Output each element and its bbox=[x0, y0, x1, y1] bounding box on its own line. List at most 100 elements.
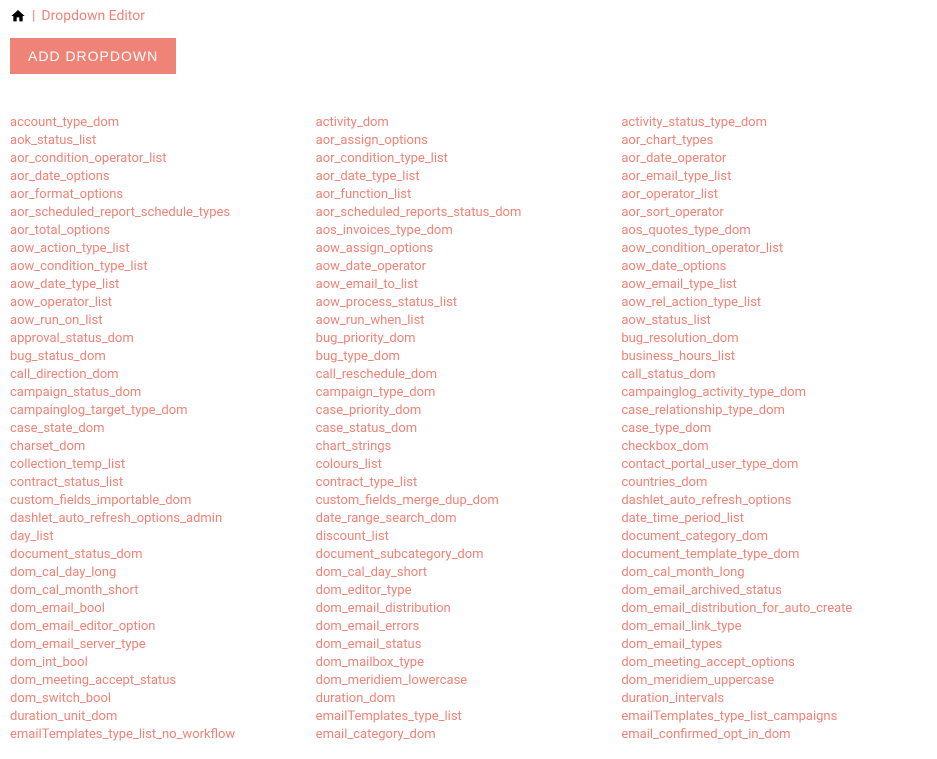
dropdown-link[interactable]: approval_status_dom bbox=[10, 330, 316, 348]
dropdown-link[interactable]: aow_date_options bbox=[621, 258, 927, 276]
dropdown-link[interactable]: emailTemplates_type_list_no_workflow bbox=[10, 726, 316, 744]
dropdown-link[interactable]: aow_run_on_list bbox=[10, 312, 316, 330]
dropdown-link[interactable]: aok_status_list bbox=[10, 132, 316, 150]
dropdown-link[interactable]: chart_strings bbox=[316, 438, 622, 456]
dropdown-link[interactable]: dom_meridiem_uppercase bbox=[621, 672, 927, 690]
breadcrumb-current[interactable]: Dropdown Editor bbox=[41, 8, 145, 24]
dropdown-link[interactable]: duration_unit_dom bbox=[10, 708, 316, 726]
dropdown-link[interactable]: aos_quotes_type_dom bbox=[621, 222, 927, 240]
dropdown-link[interactable]: aor_date_operator bbox=[621, 150, 927, 168]
dropdown-link[interactable]: dom_email_editor_option bbox=[10, 618, 316, 636]
dropdown-link[interactable]: business_hours_list bbox=[621, 348, 927, 366]
dropdown-link[interactable]: dom_cal_month_short bbox=[10, 582, 316, 600]
dropdown-link[interactable]: case_relationship_type_dom bbox=[621, 402, 927, 420]
dropdown-link[interactable]: dom_email_status bbox=[316, 636, 622, 654]
dropdown-link[interactable]: aor_date_type_list bbox=[316, 168, 622, 186]
dropdown-link[interactable]: aor_format_options bbox=[10, 186, 316, 204]
dropdown-link[interactable]: aor_operator_list bbox=[621, 186, 927, 204]
dropdown-link[interactable]: aor_chart_types bbox=[621, 132, 927, 150]
dropdown-link[interactable]: call_status_dom bbox=[621, 366, 927, 384]
add-dropdown-button[interactable]: ADD DROPDOWN bbox=[10, 38, 176, 74]
dropdown-link[interactable]: dashlet_auto_refresh_options bbox=[621, 492, 927, 510]
dropdown-link[interactable]: dom_email_link_type bbox=[621, 618, 927, 636]
dropdown-link[interactable]: collection_temp_list bbox=[10, 456, 316, 474]
dropdown-link[interactable]: date_time_period_list bbox=[621, 510, 927, 528]
dropdown-link[interactable]: dom_cal_day_short bbox=[316, 564, 622, 582]
dropdown-link[interactable]: aow_operator_list bbox=[10, 294, 316, 312]
dropdown-link[interactable]: aow_condition_operator_list bbox=[621, 240, 927, 258]
home-icon[interactable] bbox=[10, 8, 26, 24]
dropdown-link[interactable]: contract_status_list bbox=[10, 474, 316, 492]
dropdown-link[interactable]: document_template_type_dom bbox=[621, 546, 927, 564]
dropdown-link[interactable]: email_confirmed_opt_in_dom bbox=[621, 726, 927, 744]
dropdown-link[interactable]: aor_function_list bbox=[316, 186, 622, 204]
dropdown-link[interactable]: dom_email_types bbox=[621, 636, 927, 654]
dropdown-link[interactable]: contract_type_list bbox=[316, 474, 622, 492]
dropdown-link[interactable]: bug_priority_dom bbox=[316, 330, 622, 348]
dropdown-link[interactable]: dom_cal_day_long bbox=[10, 564, 316, 582]
dropdown-link[interactable]: document_category_dom bbox=[621, 528, 927, 546]
dropdown-link[interactable]: dom_email_distribution bbox=[316, 600, 622, 618]
dropdown-link[interactable]: checkbox_dom bbox=[621, 438, 927, 456]
dropdown-link[interactable]: aow_action_type_list bbox=[10, 240, 316, 258]
dropdown-link[interactable]: charset_dom bbox=[10, 438, 316, 456]
dropdown-link[interactable]: aor_date_options bbox=[10, 168, 316, 186]
dropdown-link[interactable]: case_type_dom bbox=[621, 420, 927, 438]
dropdown-link[interactable]: colours_list bbox=[316, 456, 622, 474]
dropdown-link[interactable]: emailTemplates_type_list bbox=[316, 708, 622, 726]
dropdown-link[interactable]: aow_rel_action_type_list bbox=[621, 294, 927, 312]
dropdown-link[interactable]: dom_meeting_accept_options bbox=[621, 654, 927, 672]
dropdown-link[interactable]: dom_int_bool bbox=[10, 654, 316, 672]
dropdown-link[interactable]: campaign_status_dom bbox=[10, 384, 316, 402]
dropdown-link[interactable]: aor_condition_type_list bbox=[316, 150, 622, 168]
dropdown-link[interactable]: activity_dom bbox=[316, 114, 622, 132]
dropdown-link[interactable]: custom_fields_merge_dup_dom bbox=[316, 492, 622, 510]
dropdown-link[interactable]: aow_run_when_list bbox=[316, 312, 622, 330]
dropdown-link[interactable]: case_state_dom bbox=[10, 420, 316, 438]
dropdown-link[interactable]: dom_email_server_type bbox=[10, 636, 316, 654]
dropdown-link[interactable]: aor_condition_operator_list bbox=[10, 150, 316, 168]
dropdown-link[interactable]: aow_email_to_list bbox=[316, 276, 622, 294]
dropdown-link[interactable]: aor_assign_options bbox=[316, 132, 622, 150]
dropdown-link[interactable]: custom_fields_importable_dom bbox=[10, 492, 316, 510]
dropdown-link[interactable]: dom_email_archived_status bbox=[621, 582, 927, 600]
dropdown-link[interactable]: aos_invoices_type_dom bbox=[316, 222, 622, 240]
dropdown-link[interactable]: contact_portal_user_type_dom bbox=[621, 456, 927, 474]
dropdown-link[interactable]: campainglog_activity_type_dom bbox=[621, 384, 927, 402]
dropdown-link[interactable]: dom_email_distribution_for_auto_create bbox=[621, 600, 927, 618]
dropdown-link[interactable]: aow_process_status_list bbox=[316, 294, 622, 312]
dropdown-link[interactable]: dom_meeting_accept_status bbox=[10, 672, 316, 690]
dropdown-link[interactable]: date_range_search_dom bbox=[316, 510, 622, 528]
dropdown-link[interactable]: aor_scheduled_reports_status_dom bbox=[316, 204, 622, 222]
dropdown-link[interactable]: day_list bbox=[10, 528, 316, 546]
dropdown-link[interactable]: aow_condition_type_list bbox=[10, 258, 316, 276]
dropdown-link[interactable]: countries_dom bbox=[621, 474, 927, 492]
dropdown-link[interactable]: account_type_dom bbox=[10, 114, 316, 132]
dropdown-link[interactable]: activity_status_type_dom bbox=[621, 114, 927, 132]
dropdown-link[interactable]: dom_mailbox_type bbox=[316, 654, 622, 672]
dropdown-link[interactable]: aow_date_type_list bbox=[10, 276, 316, 294]
dropdown-link[interactable]: aor_sort_operator bbox=[621, 204, 927, 222]
dropdown-link[interactable]: duration_intervals bbox=[621, 690, 927, 708]
dropdown-link[interactable]: document_status_dom bbox=[10, 546, 316, 564]
dropdown-link[interactable]: dom_email_bool bbox=[10, 600, 316, 618]
dropdown-link[interactable]: dom_meridiem_lowercase bbox=[316, 672, 622, 690]
dropdown-link[interactable]: document_subcategory_dom bbox=[316, 546, 622, 564]
dropdown-link[interactable]: case_priority_dom bbox=[316, 402, 622, 420]
dropdown-link[interactable]: dashlet_auto_refresh_options_admin bbox=[10, 510, 316, 528]
dropdown-link[interactable]: emailTemplates_type_list_campaigns bbox=[621, 708, 927, 726]
dropdown-link[interactable]: bug_type_dom bbox=[316, 348, 622, 366]
dropdown-link[interactable]: campaign_type_dom bbox=[316, 384, 622, 402]
dropdown-link[interactable]: bug_status_dom bbox=[10, 348, 316, 366]
dropdown-link[interactable]: discount_list bbox=[316, 528, 622, 546]
dropdown-link[interactable]: email_category_dom bbox=[316, 726, 622, 744]
dropdown-link[interactable]: dom_editor_type bbox=[316, 582, 622, 600]
dropdown-link[interactable]: campainglog_target_type_dom bbox=[10, 402, 316, 420]
dropdown-link[interactable]: aow_assign_options bbox=[316, 240, 622, 258]
dropdown-link[interactable]: dom_cal_month_long bbox=[621, 564, 927, 582]
dropdown-link[interactable]: aor_total_options bbox=[10, 222, 316, 240]
dropdown-link[interactable]: call_direction_dom bbox=[10, 366, 316, 384]
dropdown-link[interactable]: call_reschedule_dom bbox=[316, 366, 622, 384]
dropdown-link[interactable]: aor_email_type_list bbox=[621, 168, 927, 186]
dropdown-link[interactable]: aow_status_list bbox=[621, 312, 927, 330]
